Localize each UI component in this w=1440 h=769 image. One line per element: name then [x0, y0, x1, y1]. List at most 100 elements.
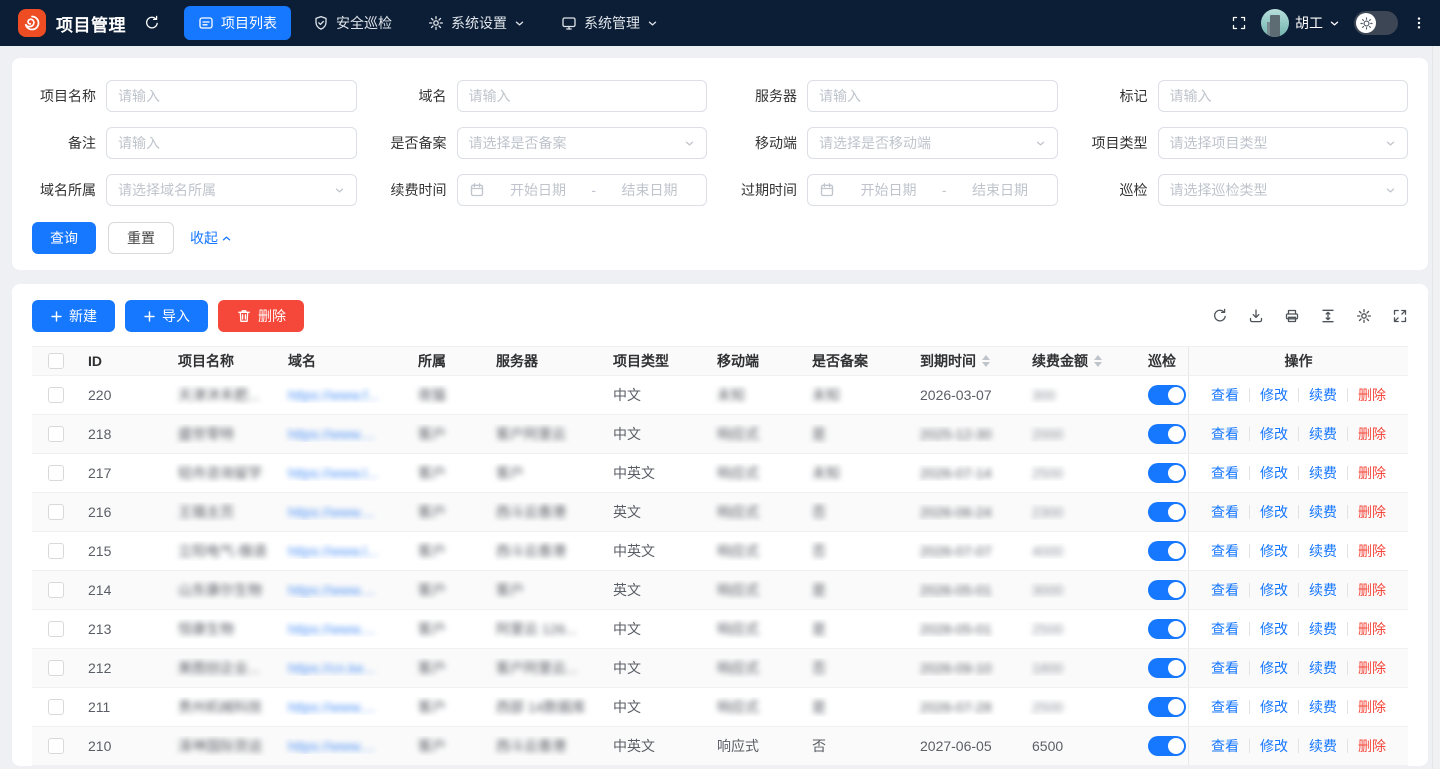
domain-link[interactable]: https://www....: [288, 738, 375, 754]
filter-daterange-10[interactable]: 开始日期-结束日期: [807, 174, 1058, 206]
filter-input-3[interactable]: 请输入: [1158, 80, 1409, 112]
action-delete[interactable]: 删除: [1348, 424, 1396, 444]
page-scrollbar[interactable]: [1432, 46, 1440, 769]
row-checkbox[interactable]: [48, 387, 64, 403]
action-edit[interactable]: 修改: [1250, 658, 1298, 678]
domain-link[interactable]: https://www.l...: [288, 543, 378, 559]
inspect-toggle[interactable]: [1148, 697, 1186, 717]
action-renew[interactable]: 续费: [1299, 580, 1347, 600]
inspect-toggle[interactable]: [1148, 619, 1186, 639]
filter-input-1[interactable]: 请输入: [457, 80, 708, 112]
action-renew[interactable]: 续费: [1299, 619, 1347, 639]
row-checkbox[interactable]: [48, 699, 64, 715]
row-checkbox[interactable]: [48, 621, 64, 637]
action-edit[interactable]: 修改: [1250, 619, 1298, 639]
action-renew[interactable]: 续费: [1299, 385, 1347, 405]
domain-link[interactable]: https://www....: [288, 504, 375, 520]
theme-toggle[interactable]: [1354, 11, 1398, 35]
action-delete[interactable]: 删除: [1348, 697, 1396, 717]
action-view[interactable]: 查看: [1201, 424, 1249, 444]
row-height-icon[interactable]: [1320, 308, 1336, 324]
filter-input-4[interactable]: 请输入: [106, 127, 357, 159]
row-checkbox[interactable]: [48, 426, 64, 442]
action-renew[interactable]: 续费: [1299, 697, 1347, 717]
column-header-amount[interactable]: 续费金额: [1024, 351, 1140, 371]
print-icon[interactable]: [1284, 308, 1300, 324]
filter-select-6[interactable]: 请选择是否移动端: [807, 127, 1058, 159]
nav-item-system-settings[interactable]: 系统设置: [414, 6, 539, 40]
sort-control[interactable]: [1094, 355, 1102, 367]
action-delete[interactable]: 删除: [1348, 580, 1396, 600]
action-delete[interactable]: 删除: [1348, 463, 1396, 483]
download-icon[interactable]: [1248, 308, 1264, 324]
action-renew[interactable]: 续费: [1299, 502, 1347, 522]
nav-item-system-admin[interactable]: 系统管理: [547, 6, 672, 40]
filter-input-0[interactable]: 请输入: [106, 80, 357, 112]
column-header-expire[interactable]: 到期时间: [912, 351, 1024, 371]
domain-link[interactable]: https://www.f...: [288, 387, 379, 403]
filter-input-2[interactable]: 请输入: [807, 80, 1058, 112]
action-delete[interactable]: 删除: [1348, 658, 1396, 678]
action-edit[interactable]: 修改: [1250, 463, 1298, 483]
collapse-link[interactable]: 收起: [190, 228, 232, 248]
inspect-toggle[interactable]: [1148, 541, 1186, 561]
row-checkbox[interactable]: [48, 543, 64, 559]
nav-item-security-inspect[interactable]: 安全巡检: [299, 6, 406, 40]
inspect-toggle[interactable]: [1148, 385, 1186, 405]
filter-select-5[interactable]: 请选择是否备案: [457, 127, 708, 159]
action-view[interactable]: 查看: [1201, 385, 1249, 405]
filter-select-8[interactable]: 请选择域名所属: [106, 174, 357, 206]
action-view[interactable]: 查看: [1201, 580, 1249, 600]
action-delete[interactable]: 删除: [1348, 541, 1396, 561]
row-checkbox[interactable]: [48, 660, 64, 676]
filter-select-7[interactable]: 请选择项目类型: [1158, 127, 1409, 159]
row-checkbox[interactable]: [48, 738, 64, 754]
action-delete[interactable]: 删除: [1348, 619, 1396, 639]
action-renew[interactable]: 续费: [1299, 736, 1347, 756]
domain-link[interactable]: https://www....: [288, 426, 375, 442]
action-view[interactable]: 查看: [1201, 502, 1249, 522]
action-edit[interactable]: 修改: [1250, 385, 1298, 405]
import-button[interactable]: 导入: [125, 300, 208, 332]
action-view[interactable]: 查看: [1201, 619, 1249, 639]
create-button[interactable]: 新建: [32, 300, 115, 332]
sort-control[interactable]: [982, 355, 990, 367]
nav-item-project-list[interactable]: 项目列表: [184, 6, 291, 40]
refresh-icon[interactable]: [1212, 308, 1228, 324]
domain-link[interactable]: https://www....: [288, 582, 375, 598]
action-view[interactable]: 查看: [1201, 658, 1249, 678]
row-checkbox[interactable]: [48, 582, 64, 598]
inspect-toggle[interactable]: [1148, 658, 1186, 678]
filter-select-11[interactable]: 请选择巡检类型: [1158, 174, 1409, 206]
action-view[interactable]: 查看: [1201, 541, 1249, 561]
action-edit[interactable]: 修改: [1250, 502, 1298, 522]
settings-icon[interactable]: [1356, 308, 1372, 324]
action-renew[interactable]: 续费: [1299, 658, 1347, 678]
action-edit[interactable]: 修改: [1250, 580, 1298, 600]
action-delete[interactable]: 删除: [1348, 736, 1396, 756]
domain-link[interactable]: https://www....: [288, 621, 375, 637]
refresh-icon[interactable]: [144, 15, 160, 31]
inspect-toggle[interactable]: [1148, 424, 1186, 444]
action-renew[interactable]: 续费: [1299, 541, 1347, 561]
inspect-toggle[interactable]: [1148, 580, 1186, 600]
expand-icon[interactable]: [1392, 308, 1408, 324]
inspect-toggle[interactable]: [1148, 736, 1186, 756]
row-checkbox[interactable]: [48, 504, 64, 520]
inspect-toggle[interactable]: [1148, 502, 1186, 522]
domain-link[interactable]: https://www.l...: [288, 465, 378, 481]
user-menu[interactable]: 胡工: [1261, 9, 1340, 37]
action-view[interactable]: 查看: [1201, 736, 1249, 756]
fullscreen-icon[interactable]: [1231, 15, 1247, 31]
action-edit[interactable]: 修改: [1250, 424, 1298, 444]
action-renew[interactable]: 续费: [1299, 424, 1347, 444]
domain-link[interactable]: https://www....: [288, 699, 375, 715]
action-delete[interactable]: 删除: [1348, 502, 1396, 522]
select-all-checkbox[interactable]: [48, 353, 64, 369]
action-view[interactable]: 查看: [1201, 697, 1249, 717]
dots-vertical-icon[interactable]: [1412, 15, 1426, 31]
reset-button[interactable]: 重置: [108, 222, 174, 254]
action-delete[interactable]: 删除: [1348, 385, 1396, 405]
inspect-toggle[interactable]: [1148, 463, 1186, 483]
filter-daterange-9[interactable]: 开始日期-结束日期: [457, 174, 708, 206]
